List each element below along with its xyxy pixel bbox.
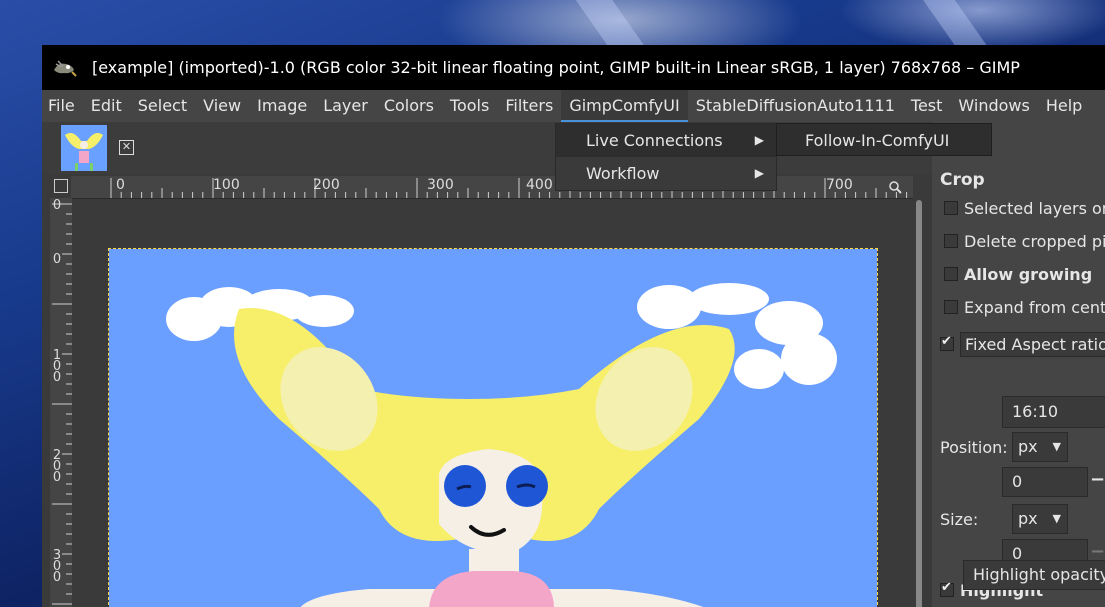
ruler-label: 400 [526,177,553,193]
scrollbar-thumb[interactable] [916,200,922,607]
aspect-ratio-field[interactable]: 16:10 [1002,396,1105,428]
menu-layer[interactable]: Layer [315,90,376,122]
fixed-aspect-option[interactable]: Fixed Aspect ratio [940,332,1105,357]
menu-bar: File Edit Select View Image Layer Colors… [42,90,1105,122]
expand-from-center-checkbox[interactable] [944,300,958,314]
ruler-label-stacked: 300 [52,548,62,585]
menu-edit[interactable]: Edit [83,90,130,122]
submenu-arrow-icon: ▶ [754,166,764,180]
position-unit-value: px [1018,437,1038,456]
menu-test[interactable]: Test [903,90,951,122]
position-x-field[interactable]: 0 [1002,467,1088,497]
menu-stablediffusionauto1111[interactable]: StableDiffusionAuto1111 [688,90,903,122]
ruler-label: 300 [427,177,454,193]
size-label: Size: [940,510,979,529]
gimp-window: [example] (imported)-1.0 (RGB color 32-b… [42,45,1105,607]
dropdown-arrow-icon: ▼ [1052,512,1061,525]
position-label: Position: [940,438,1008,457]
tool-options-title: Crop [940,170,985,190]
gimpcomfyui-submenu: Live Connections ▶ Workflow ▶ [555,123,777,191]
allow-growing-checkbox[interactable] [944,267,958,281]
vertical-ruler[interactable]: 0 0 100 200 300 [50,198,72,607]
highlight-checkbox[interactable] [940,580,954,597]
menu-colors[interactable]: Colors [376,90,442,122]
delete-cropped-checkbox[interactable] [944,234,958,248]
window-title: [example] (imported)-1.0 (RGB color 32-b… [92,58,1020,77]
submenu-arrow-icon: ▶ [754,133,764,147]
horizontal-ruler-ticks [110,178,908,198]
allow-growing-label: Allow growing [964,265,1093,284]
delete-cropped-label: Delete cropped pi [964,232,1105,251]
submenu-label: Workflow [586,164,660,183]
ruler-label: 100 [213,177,240,193]
fixed-aspect-checkbox[interactable] [940,334,954,351]
menu-tools[interactable]: Tools [442,90,497,122]
submenu-item-live-connections[interactable]: Live Connections ▶ [556,124,776,157]
ruler-label: 0 [116,177,125,193]
close-image-tab-icon[interactable]: ✕ [119,140,134,155]
fixed-aspect-label: Fixed Aspect ratio [965,335,1105,354]
live-connections-submenu: Follow-In-ComfyUI [776,123,992,156]
horizontal-ruler[interactable]: 0 100 200 300 400 500 600 700 [71,176,913,199]
menu-windows[interactable]: Windows [950,90,1037,122]
ruler-label-stacked: 200 [52,448,62,485]
expand-from-center-option[interactable]: Expand from cent [944,298,1105,317]
decrement-icon[interactable]: − [1090,469,1105,490]
menu-select[interactable]: Select [130,90,195,122]
expand-from-center-label: Expand from cent [964,298,1105,317]
image-tab-thumbnail[interactable] [61,125,107,171]
fixed-aspect-combo[interactable]: Fixed Aspect ratio [960,332,1105,357]
quick-mask-toggle-icon[interactable] [54,179,68,193]
selected-layers-label: Selected layers on [964,199,1105,218]
painting-illustration [109,249,877,607]
title-bar: [example] (imported)-1.0 (RGB color 32-b… [42,45,1105,90]
allow-growing-option[interactable]: Allow growing [944,265,1092,284]
gimp-wilber-icon [54,59,77,77]
menu-file[interactable]: File [42,90,83,122]
decrement-icon[interactable]: − [1090,541,1105,562]
ruler-label-stacked: 100 [52,348,62,385]
position-x-value: 0 [1012,472,1023,491]
vertical-scrollbar[interactable] [914,198,924,607]
menu-view[interactable]: View [195,90,249,122]
submenu-item-workflow[interactable]: Workflow ▶ [556,157,776,190]
menu-gimpcomfyui[interactable]: GimpComfyUI [561,90,688,122]
highlight-opacity-label: Highlight opacity [973,565,1105,584]
image-canvas[interactable] [108,248,878,607]
dropdown-arrow-icon: ▼ [1052,440,1061,453]
position-unit-combo[interactable]: px ▼ [1012,432,1068,462]
ruler-label: 200 [313,177,340,193]
ruler-label: 0 [52,198,62,213]
zoom-magnifier-icon[interactable] [888,180,902,194]
tool-options-dock: Crop Selected layers on Delete cropped p… [932,156,1105,607]
aspect-ratio-value: 16:10 [1012,402,1059,421]
submenu-label: Live Connections [586,131,723,150]
delete-cropped-option[interactable]: Delete cropped pi [944,232,1105,251]
menu-image[interactable]: Image [249,90,315,122]
ruler-label: 700 [826,177,853,193]
ruler-label: 0 [52,252,62,267]
thumbnail-preview [61,125,107,171]
menu-filters[interactable]: Filters [497,90,561,122]
selected-layers-option[interactable]: Selected layers on [944,199,1105,218]
canvas-area: 0 100 200 300 400 500 600 700 0 0 100 20… [42,174,932,607]
size-unit-value: px [1018,509,1038,528]
selected-layers-checkbox[interactable] [944,201,958,215]
menu-help[interactable]: Help [1038,90,1090,122]
submenu-item-follow-in-comfyui[interactable]: Follow-In-ComfyUI [805,131,949,150]
highlight-opacity-slider[interactable]: Highlight opacity [963,560,1105,590]
size-unit-combo[interactable]: px ▼ [1012,504,1068,534]
